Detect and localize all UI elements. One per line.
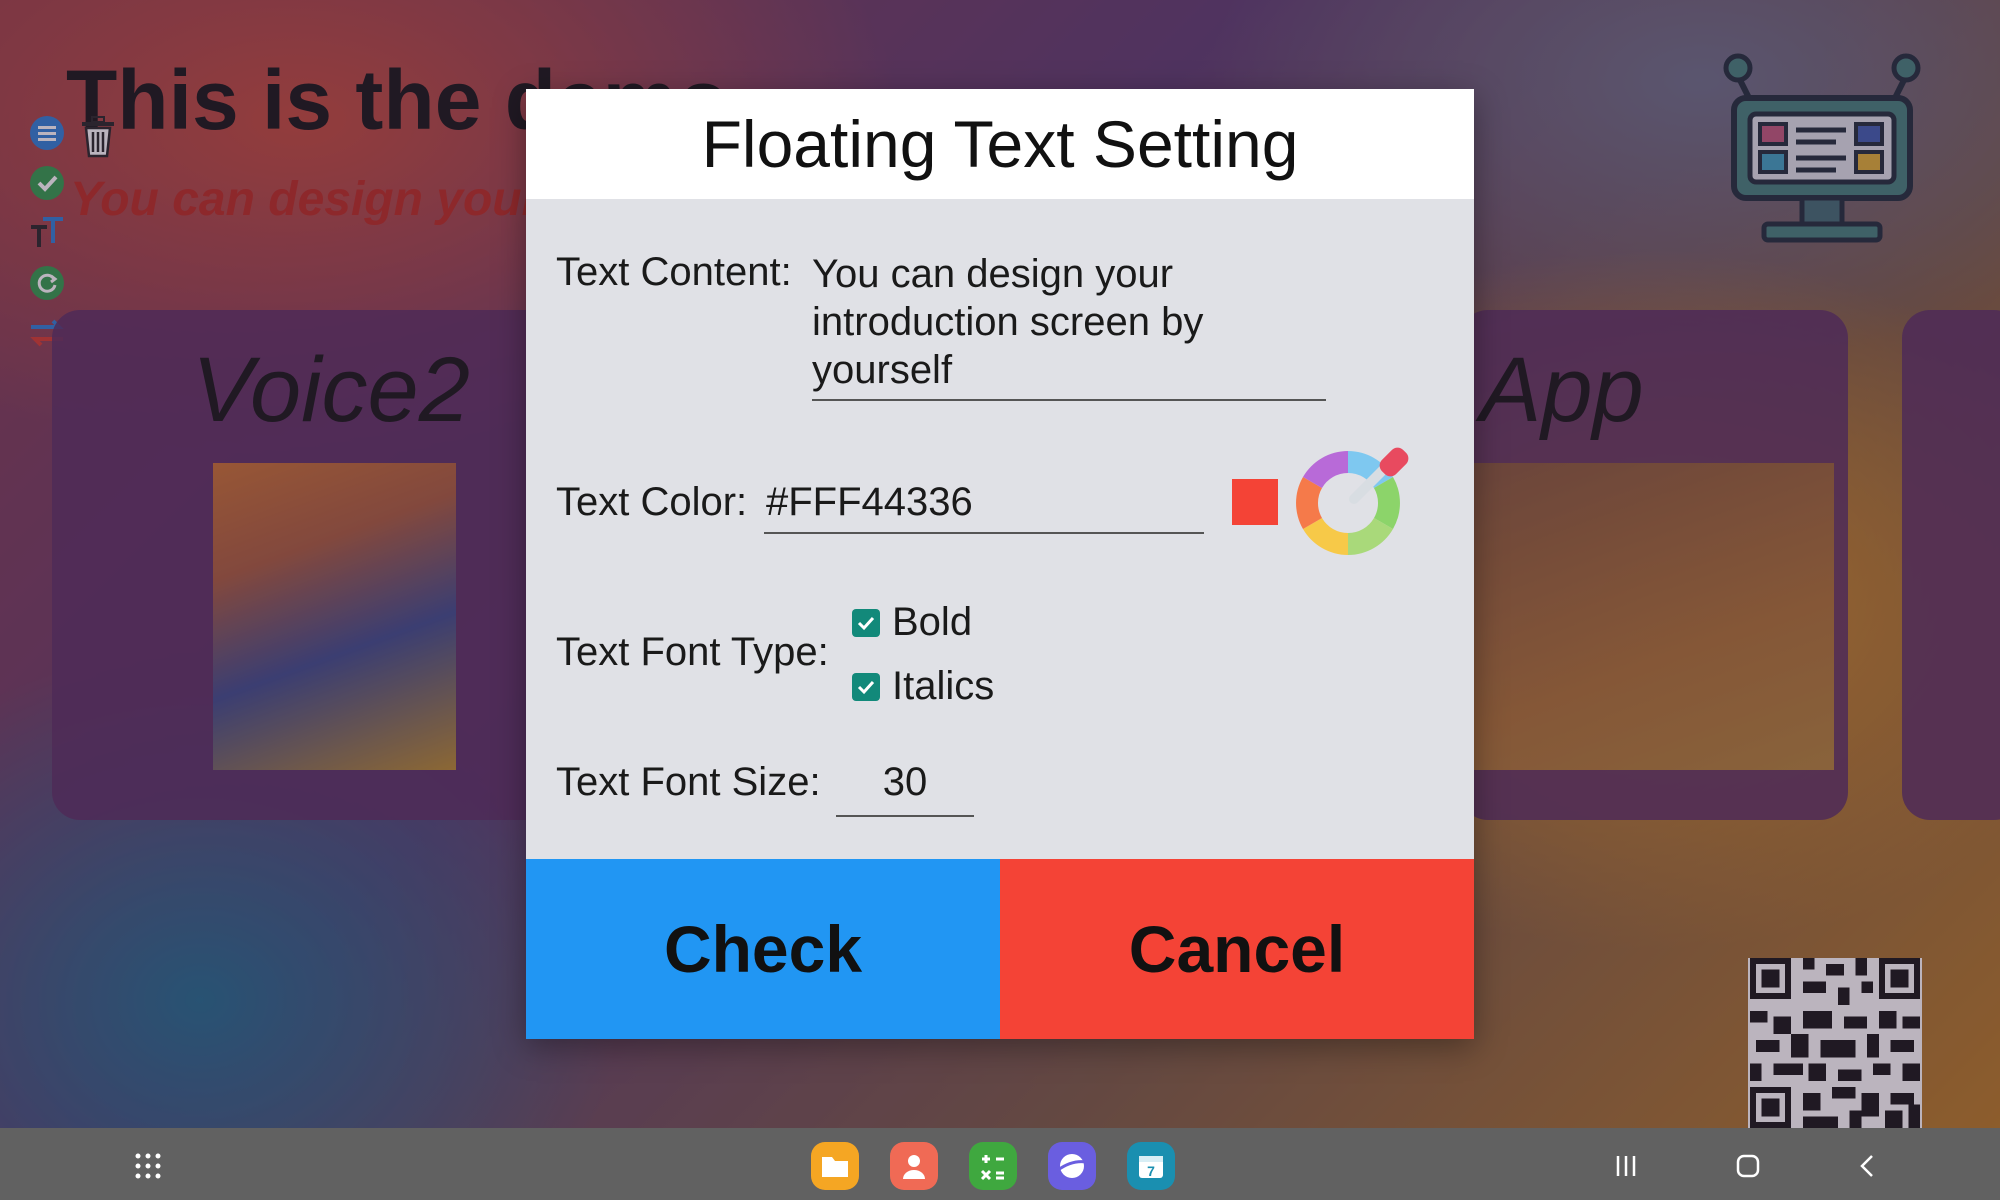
contacts-icon[interactable] xyxy=(890,1142,938,1190)
italics-checkbox[interactable] xyxy=(852,672,880,701)
recent-apps-icon[interactable] xyxy=(1606,1146,1646,1186)
my-files-icon[interactable] xyxy=(811,1142,859,1190)
app-drawer-icon[interactable] xyxy=(128,1146,168,1186)
text-content-underline xyxy=(812,399,1326,401)
text-color-label: Text Color: xyxy=(556,480,748,524)
back-icon[interactable] xyxy=(1848,1146,1888,1186)
font-type-label: Text Font Type: xyxy=(556,630,829,674)
color-swatch xyxy=(1232,479,1278,525)
text-color-input[interactable]: #FFF44336 xyxy=(766,480,973,525)
font-size-underline xyxy=(836,815,974,817)
check-button[interactable]: Check xyxy=(526,859,1000,1039)
bold-option[interactable]: Bold xyxy=(852,600,972,645)
checkmark-icon xyxy=(857,616,875,630)
home-icon[interactable] xyxy=(1728,1146,1768,1186)
svg-text:7: 7 xyxy=(1147,1163,1155,1179)
font-size-input[interactable]: 30 xyxy=(836,760,974,805)
bold-checkbox[interactable] xyxy=(852,608,880,637)
calendar-icon[interactable]: 7 xyxy=(1127,1142,1175,1190)
text-color-underline xyxy=(764,532,1204,534)
text-content-label: Text Content: xyxy=(556,250,792,294)
floating-text-setting-dialog: Floating Text Setting Text Content: You … xyxy=(526,89,1474,1039)
calculator-icon[interactable] xyxy=(969,1142,1017,1190)
color-picker-icon[interactable] xyxy=(1296,441,1412,557)
text-content-input[interactable]: You can design your introduction screen … xyxy=(812,250,1332,394)
bold-label: Bold xyxy=(892,600,973,644)
checkmark-icon xyxy=(857,680,875,694)
dialog-title: Floating Text Setting xyxy=(701,107,1299,181)
italics-option[interactable]: Italics xyxy=(852,664,994,709)
font-size-label: Text Font Size: xyxy=(556,760,821,804)
dialog-header: Floating Text Setting xyxy=(526,89,1474,199)
cancel-button[interactable]: Cancel xyxy=(1000,859,1474,1039)
italics-label: Italics xyxy=(892,664,995,708)
internet-icon[interactable] xyxy=(1048,1142,1096,1190)
